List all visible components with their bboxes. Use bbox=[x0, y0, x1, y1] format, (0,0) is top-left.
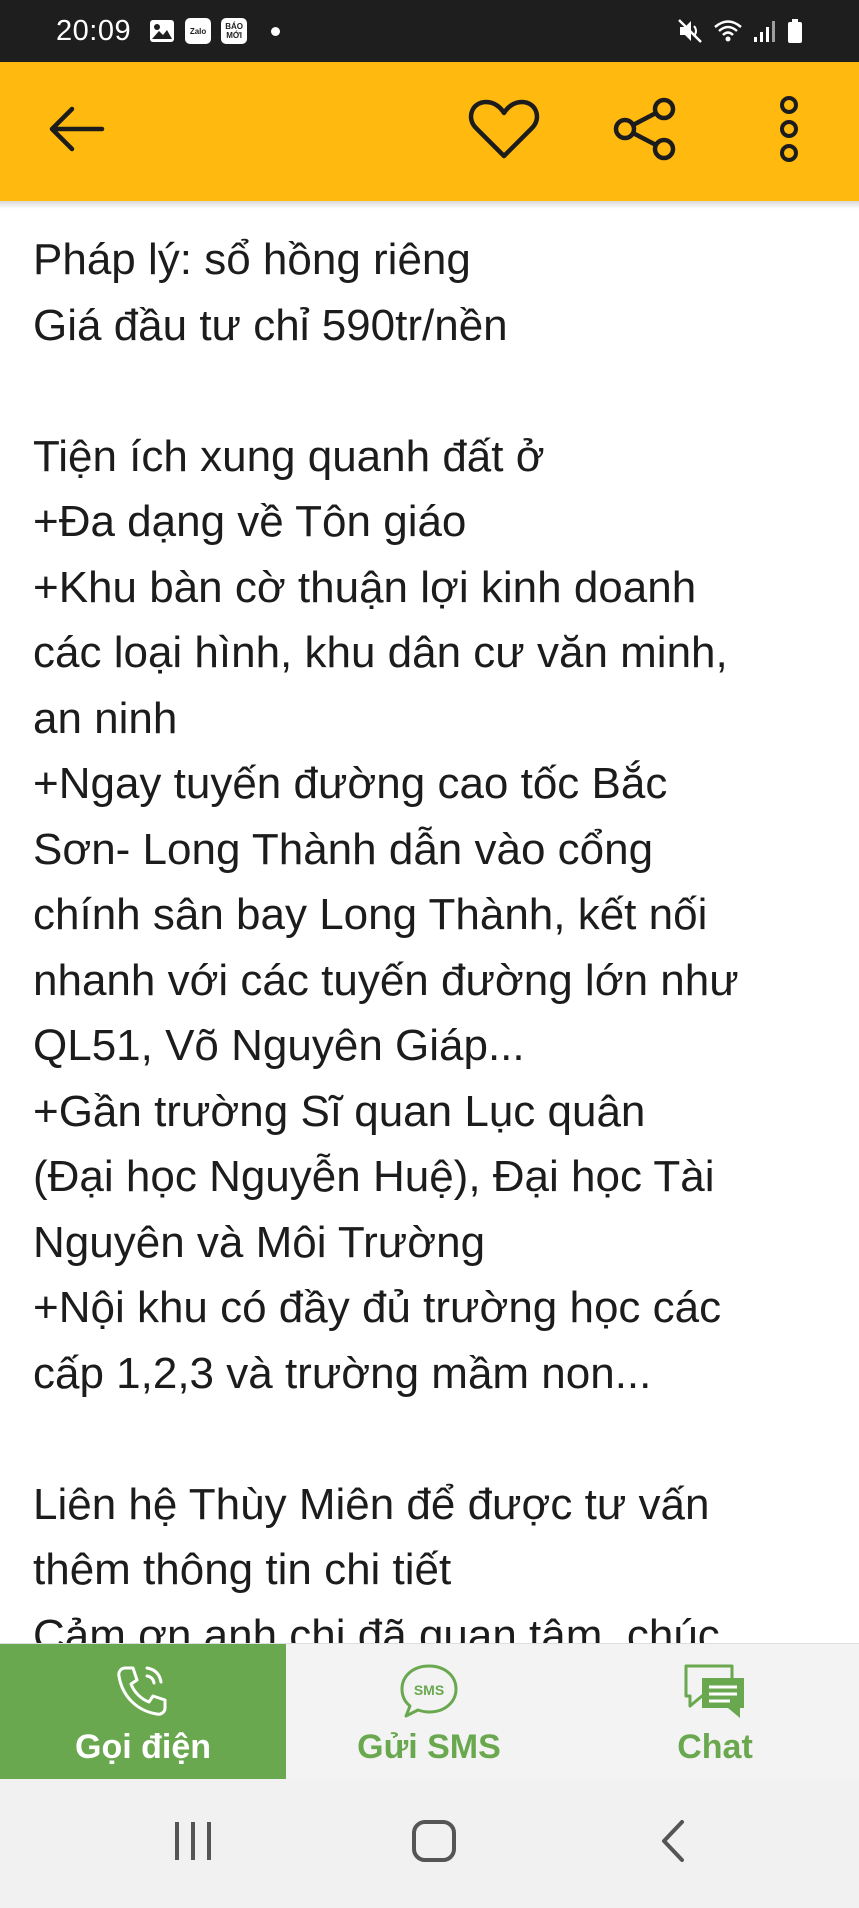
description-line: QL51, Võ Nguyên Giáp... bbox=[33, 1021, 525, 1070]
favorite-button[interactable] bbox=[454, 62, 554, 201]
zalo-icon: Zalo bbox=[185, 18, 212, 44]
more-options-button[interactable] bbox=[739, 62, 839, 201]
nav-back-button[interactable] bbox=[603, 1779, 743, 1908]
recent-apps-icon bbox=[171, 1820, 215, 1867]
description-line: (Đại học Nguyễn Huệ), Đại học Tài bbox=[33, 1152, 715, 1201]
description-line: các loại hình, khu dân cư văn minh, bbox=[33, 628, 728, 677]
baomoi-icon: BÁO MỚI bbox=[221, 18, 248, 44]
description-line: +Nội khu có đầy đủ trường học các bbox=[33, 1283, 722, 1332]
description-line: +Đa dạng về Tôn giáo bbox=[33, 497, 467, 546]
description-line: Nguyên và Môi Trường bbox=[33, 1217, 486, 1267]
sms-bubble-icon: SMS bbox=[398, 1662, 460, 1720]
description-line: +Ngay tuyến đường cao tốc Bắc bbox=[33, 759, 668, 808]
share-icon bbox=[612, 97, 678, 166]
chat-bubble-icon bbox=[682, 1662, 748, 1720]
status-system-icons bbox=[677, 17, 803, 45]
chat-button[interactable]: Chat bbox=[572, 1644, 858, 1779]
call-button-label: Gọi điện bbox=[75, 1728, 211, 1766]
home-button[interactable] bbox=[364, 1779, 504, 1908]
listing-description: Pháp lý: sổ hồng riêng Giá đầu tư chỉ 590… bbox=[33, 227, 833, 1668]
description-line: Giá đầu tư chỉ 590tr/nền bbox=[33, 300, 508, 350]
mute-icon bbox=[677, 17, 703, 45]
wifi-icon bbox=[713, 18, 743, 44]
back-arrow-icon bbox=[46, 104, 106, 159]
chat-button-label: Chat bbox=[677, 1728, 753, 1766]
sms-button-label: Gửi SMS bbox=[357, 1728, 501, 1766]
sms-icon-text: SMS bbox=[414, 1682, 444, 1698]
gallery-icon bbox=[149, 19, 175, 43]
sms-button[interactable]: SMS Gửi SMS bbox=[286, 1644, 572, 1779]
heart-icon bbox=[468, 98, 540, 165]
status-time: 20:09 bbox=[56, 14, 132, 47]
system-navigation-bar bbox=[0, 1779, 859, 1908]
app-bar-shadow bbox=[0, 201, 859, 209]
status-notification-icons: Zalo BÁO MỚI bbox=[149, 18, 281, 44]
app-bar bbox=[0, 62, 859, 201]
description-line: Liên hệ Thùy Miên để được tư vấn bbox=[33, 1479, 710, 1529]
signal-icon bbox=[753, 19, 777, 43]
description-line: Pháp lý: sổ hồng riêng bbox=[33, 235, 471, 284]
description-line: nhanh với các tuyến đường lớn như bbox=[33, 955, 739, 1005]
home-icon bbox=[410, 1818, 458, 1869]
description-line: Sơn- Long Thành dẫn vào cổng bbox=[33, 824, 654, 874]
description-line: an ninh bbox=[33, 693, 178, 743]
description-line: +Gần trường Sĩ quan Lục quân bbox=[33, 1086, 646, 1136]
description-line: +Khu bàn cờ thuận lợi kinh doanh bbox=[33, 562, 697, 612]
status-bar: 20:09 Zalo BÁO MỚI bbox=[0, 0, 859, 62]
share-button[interactable] bbox=[595, 62, 695, 201]
zalo-icon-text: Zalo bbox=[189, 26, 207, 36]
back-button[interactable] bbox=[26, 62, 126, 201]
description-line: chính sân bay Long Thành, kết nối bbox=[33, 890, 708, 939]
battery-icon bbox=[787, 18, 803, 44]
more-vert-icon bbox=[777, 95, 801, 168]
recent-apps-button[interactable] bbox=[123, 1779, 263, 1908]
call-button[interactable]: Gọi điện bbox=[0, 1644, 286, 1779]
back-icon bbox=[658, 1818, 688, 1869]
baomoi-icon-text: BÁO MỚI bbox=[225, 22, 243, 40]
description-line: thêm thông tin chi tiết bbox=[33, 1545, 452, 1594]
phone-call-icon bbox=[113, 1662, 173, 1720]
description-line: cấp 1,2,3 và trường mầm non... bbox=[33, 1348, 652, 1398]
contact-action-bar: Gọi điện SMS Gửi SMS Chat bbox=[0, 1643, 859, 1779]
notification-dot-icon bbox=[271, 26, 281, 36]
description-line: Tiện ích xung quanh đất ở bbox=[33, 431, 545, 481]
